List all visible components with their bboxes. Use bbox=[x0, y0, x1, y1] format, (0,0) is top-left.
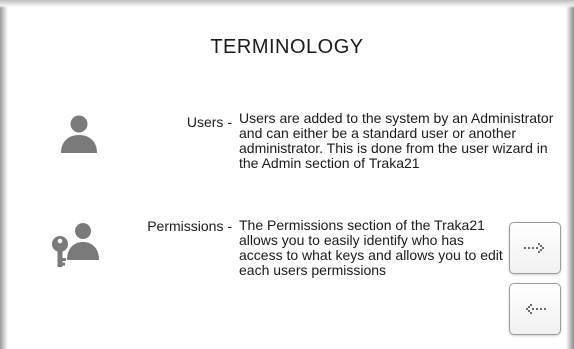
terminology-panel: TERMINOLOGY Users - Users are added to t… bbox=[0, 0, 574, 349]
dotted-arrow-left-icon bbox=[526, 304, 546, 314]
users-term-description: Users are added to the system by an Admi… bbox=[239, 110, 554, 171]
dotted-arrow-right-icon bbox=[524, 243, 544, 253]
user-key-icon bbox=[52, 223, 99, 267]
previous-page-button[interactable] bbox=[509, 283, 561, 335]
user-icon bbox=[61, 115, 97, 153]
permissions-term-label: Permissions - bbox=[147, 218, 232, 234]
page-title: TERMINOLOGY bbox=[210, 36, 364, 58]
permissions-term-description: The Permissions section of the Traka21 a… bbox=[239, 217, 503, 278]
next-page-button[interactable] bbox=[509, 222, 561, 274]
users-term-label: Users - bbox=[186, 114, 232, 130]
